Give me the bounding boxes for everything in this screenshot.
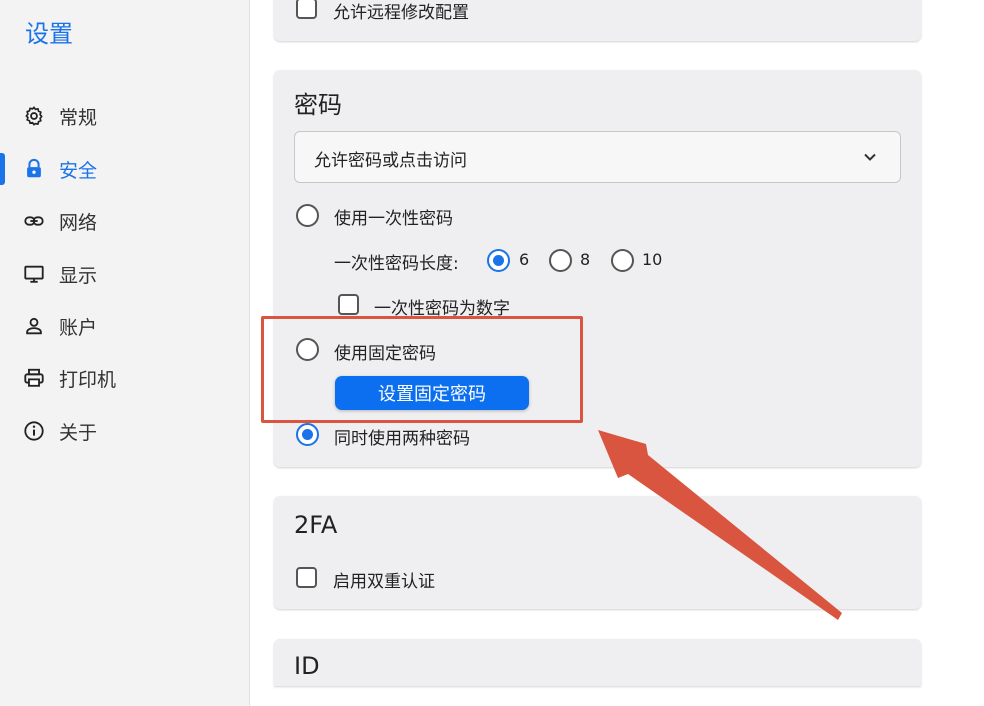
sidebar-item-printer[interactable]: 打印机 <box>0 356 250 400</box>
both-passwords-radio[interactable] <box>296 423 319 446</box>
allow-remote-config-label: 允许远程修改配置 <box>333 3 469 23</box>
person-icon <box>22 314 46 338</box>
sidebar-item-display[interactable]: 显示 <box>0 252 250 296</box>
lock-icon <box>22 157 46 181</box>
sidebar: 设置 常规 安全 网络 显示 账户 打印机 关于 <box>0 0 250 706</box>
id-title: ID <box>294 652 320 680</box>
sidebar-item-about[interactable]: 关于 <box>0 409 250 453</box>
sidebar-item-label: 显示 <box>59 264 98 287</box>
id-card: ID <box>274 639 921 686</box>
printer-icon <box>22 366 46 390</box>
enable-2fa-checkbox[interactable] <box>296 567 317 588</box>
sidebar-item-account[interactable]: 账户 <box>0 304 250 348</box>
otp-length-6-label: 6 <box>519 250 530 269</box>
allow-remote-config-checkbox[interactable] <box>296 0 317 19</box>
one-time-password-label: 使用一次性密码 <box>334 209 453 229</box>
otp-length-label: 一次性密码长度: <box>334 254 459 274</box>
enable-2fa-label: 启用双重认证 <box>333 572 435 592</box>
chevron-down-icon <box>862 149 878 165</box>
gear-icon <box>22 104 46 128</box>
access-mode-value: 允许密码或点击访问 <box>314 151 467 171</box>
otp-length-8-label: 8 <box>580 250 591 269</box>
annotation-highlight-box <box>261 316 583 423</box>
sidebar-item-label: 网络 <box>59 211 98 234</box>
twofa-card: 2FA 启用双重认证 <box>274 496 921 609</box>
one-time-password-radio[interactable] <box>296 204 319 227</box>
sidebar-item-general[interactable]: 常规 <box>0 94 250 138</box>
sidebar-title: 设置 <box>25 20 73 48</box>
sidebar-item-label: 常规 <box>59 106 98 129</box>
otp-length-6-radio[interactable] <box>487 249 510 272</box>
remote-config-card: 允许远程修改配置 <box>274 0 921 41</box>
access-mode-select[interactable]: 允许密码或点击访问 <box>294 131 901 183</box>
active-indicator <box>0 153 5 185</box>
sidebar-item-label: 关于 <box>59 421 98 444</box>
otp-length-10-radio[interactable] <box>611 249 634 272</box>
both-passwords-label: 同时使用两种密码 <box>334 429 470 449</box>
sidebar-item-label: 账户 <box>59 316 98 339</box>
link-icon <box>22 209 46 233</box>
sidebar-item-label: 打印机 <box>59 368 117 391</box>
sidebar-item-network[interactable]: 网络 <box>0 199 250 243</box>
monitor-icon <box>22 262 46 286</box>
password-title: 密码 <box>294 91 342 119</box>
sidebar-item-security[interactable]: 安全 <box>0 147 250 191</box>
otp-numeric-checkbox[interactable] <box>338 294 359 315</box>
otp-length-8-radio[interactable] <box>549 249 572 272</box>
info-icon <box>22 419 46 443</box>
sidebar-item-label: 安全 <box>59 159 98 182</box>
twofa-title: 2FA <box>294 511 338 539</box>
otp-length-10-label: 10 <box>642 250 663 269</box>
